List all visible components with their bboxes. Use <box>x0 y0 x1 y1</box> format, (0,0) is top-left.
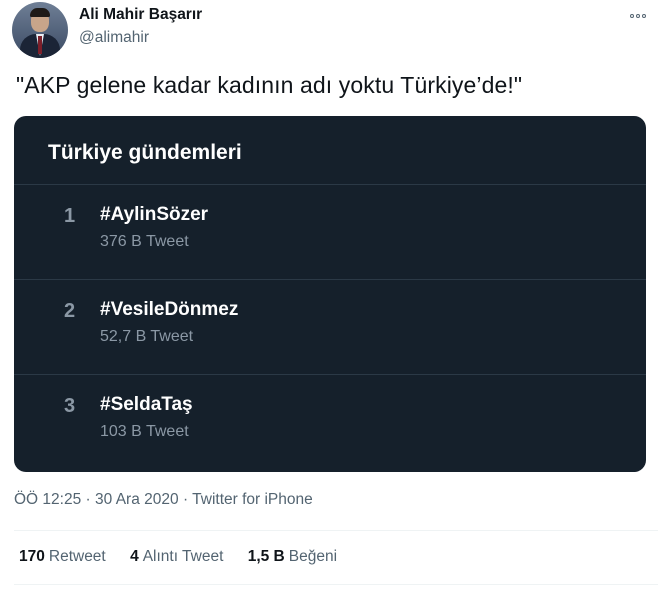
retweets-stat[interactable]: 170 Retweet <box>19 548 106 566</box>
divider <box>14 279 646 280</box>
more-horizontal-icon <box>630 14 634 18</box>
likes-stat[interactable]: 1,5 B Beğeni <box>248 548 337 566</box>
more-horizontal-icon <box>636 14 640 18</box>
tweet-time[interactable]: ÖÖ 12:25 <box>14 491 81 508</box>
quotes-label: Alıntı Tweet <box>142 548 224 565</box>
more-options-button[interactable] <box>618 2 658 30</box>
user-handle[interactable]: @alimahir <box>79 29 149 47</box>
trend-hashtag: #SeldaTaş <box>100 394 193 415</box>
trend-rank: 3 <box>64 395 76 417</box>
trend-rank: 1 <box>64 205 76 227</box>
more-horizontal-icon <box>642 14 646 18</box>
likes-label: Beğeni <box>288 548 338 565</box>
tweet-source[interactable]: Twitter for iPhone <box>192 491 313 508</box>
user-display-name[interactable]: Ali Mahir Başarır <box>79 6 202 24</box>
quotes-count: 4 <box>130 548 139 565</box>
meta-separator: · <box>85 491 91 508</box>
likes-count: 1,5 B <box>247 548 285 565</box>
avatar[interactable] <box>12 2 68 58</box>
tweet-date[interactable]: 30 Ara 2020 <box>95 491 179 508</box>
retweets-count: 170 <box>19 548 45 565</box>
trend-hashtag: #VesileDönmez <box>100 299 239 320</box>
trends-card-title: Türkiye gündemleri <box>48 141 242 164</box>
meta-separator: · <box>182 491 189 508</box>
divider <box>14 584 658 585</box>
divider <box>14 374 646 375</box>
tweet-meta: ÖÖ 12:25 · 30 Ara 2020 · Twitter for iPh… <box>14 491 313 509</box>
tweet-text: "AKP gelene kadar kadının adı yoktu Türk… <box>16 72 523 98</box>
trend-tweet-count: 376 B Tweet <box>100 233 189 250</box>
trends-image-card[interactable]: Türkiye gündemleri 1 #AylinSözer 376 B T… <box>14 116 646 472</box>
divider <box>14 184 646 185</box>
retweets-label: Retweet <box>48 548 106 565</box>
avatar-hair <box>30 8 50 17</box>
divider <box>14 530 658 531</box>
trend-rank: 2 <box>64 300 76 322</box>
trend-hashtag: #AylinSözer <box>100 204 209 225</box>
tweet: Ali Mahir Başarır @alimahir "AKP gelene … <box>0 0 670 596</box>
quotes-stat[interactable]: 4 Alıntı Tweet <box>130 548 223 566</box>
trend-tweet-count: 52,7 B Tweet <box>100 328 194 345</box>
tweet-stats: 170 Retweet 4 Alıntı Tweet 1,5 B Beğeni <box>19 548 357 566</box>
trend-tweet-count: 103 B Tweet <box>100 423 189 440</box>
avatar-tie <box>38 36 42 54</box>
